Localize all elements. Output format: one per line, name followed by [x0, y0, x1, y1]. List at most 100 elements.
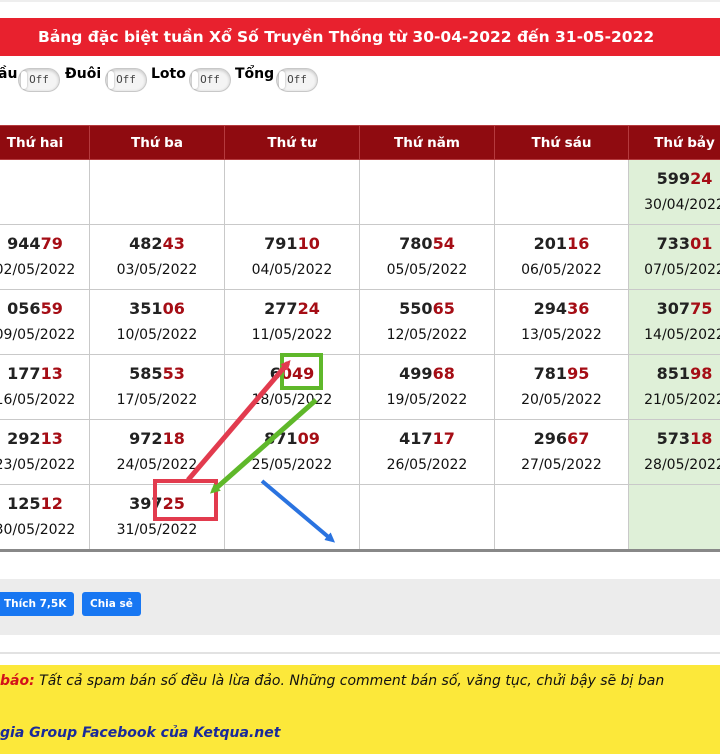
column-header: Thứ ba	[89, 125, 225, 160]
like-button[interactable]: Thích 7,5K	[0, 592, 75, 616]
result-number-tail: 18	[162, 429, 185, 448]
result-number: 12512	[0, 493, 89, 515]
result-date: 28/05/2022	[644, 457, 720, 473]
result-number-head: 550	[399, 299, 433, 318]
result-cell: 57318 28/05/2022	[628, 419, 720, 485]
result-number-tail: 17	[432, 429, 455, 448]
result-date: 12/05/2022	[386, 327, 468, 343]
result-number-head: 499	[399, 364, 433, 383]
notice-box: báo: Tất cả spam bán số đều là lừa đảo. …	[0, 665, 720, 754]
result-number-tail: 98	[690, 364, 713, 383]
result-number-head: 6	[269, 364, 281, 383]
result-date: 03/05/2022	[116, 262, 198, 278]
toggle-tong-switch[interactable]: Off	[276, 68, 318, 92]
result-number-tail: 67	[567, 429, 590, 448]
result-number-head: 201	[533, 234, 568, 253]
result-cell: 39725 31/05/2022	[89, 484, 225, 550]
result-number-head: 780	[399, 234, 433, 253]
result-number: 29436	[495, 298, 628, 320]
result-date: 27/05/2022	[521, 457, 602, 473]
result-cell	[224, 159, 360, 225]
result-number: 39725	[90, 493, 224, 515]
result-cell: 29436 13/05/2022	[494, 289, 629, 355]
result-number-head: 307	[656, 299, 691, 318]
table-row: 05659 09/05/2022 35106 10/05/2022 27724 11/05…	[0, 289, 720, 355]
result-number-tail: 43	[162, 234, 185, 253]
result-number-tail: 13	[40, 364, 63, 383]
result-number-head: 397	[129, 494, 163, 513]
result-number: 30775	[629, 298, 720, 320]
share-button[interactable]: Chia sẻ	[82, 592, 141, 616]
result-number-head: 851	[656, 364, 691, 383]
result-number: 29667	[495, 428, 628, 450]
result-number-head: 296	[533, 429, 568, 448]
result-date: 13/05/2022	[521, 327, 602, 343]
result-number-tail: 54	[432, 234, 455, 253]
result-cell: 27724 11/05/2022	[224, 289, 360, 355]
section-divider	[0, 652, 720, 654]
result-number-head: 294	[533, 299, 568, 318]
result-date: 06/05/2022	[521, 262, 602, 278]
result-cell	[0, 159, 90, 225]
result-number: 79110	[225, 233, 359, 255]
result-cell: 55065 12/05/2022	[359, 289, 495, 355]
result-cell: 59924 30/04/2022	[628, 159, 720, 225]
result-number: 59924	[629, 168, 720, 190]
result-number-tail: 06	[162, 299, 185, 318]
result-number-tail: 24	[690, 169, 713, 188]
result-number-head: 056	[7, 299, 41, 318]
result-number-head: 351	[129, 299, 163, 318]
table-row: 17713 16/05/2022 58553 17/05/2022 6049 18/05/…	[0, 354, 720, 420]
result-number-tail: 24	[297, 299, 320, 318]
result-number: 27724	[225, 298, 359, 320]
result-date: 16/05/2022	[0, 392, 76, 408]
result-number-tail: 36	[567, 299, 590, 318]
result-date: 26/05/2022	[386, 457, 468, 473]
result-number-head: 944	[7, 234, 41, 253]
result-number-tail: 25	[162, 494, 185, 513]
page-title: Bảng đặc biệt tuần Xổ Số Truyền Thống từ…	[38, 28, 655, 46]
column-header: Thứ tư	[224, 125, 360, 160]
table-bottom-rule	[0, 549, 720, 552]
table-row: 59924 30/04/2022	[0, 159, 720, 225]
result-number-head: 125	[7, 494, 41, 513]
result-number-head: 482	[129, 234, 163, 253]
result-number-tail: 53	[162, 364, 185, 383]
table-row: 29213 23/05/2022 97218 24/05/2022 87109 25/05…	[0, 419, 720, 485]
result-date: 30/04/2022	[644, 197, 720, 213]
table-row: 12512 30/05/2022 39725 31/05/2022	[0, 484, 720, 550]
toggle-label-dau: ầu	[0, 66, 18, 82]
table-row: 94479 02/05/2022 48243 03/05/2022 79110 04/05…	[0, 224, 720, 290]
toggle-loto-switch[interactable]: Off	[189, 68, 231, 92]
toggle-dau-switch[interactable]: Off	[18, 68, 60, 92]
toggle-label-loto: Loto	[151, 66, 186, 82]
column-header: Thứ năm	[359, 125, 495, 160]
result-number-head: 292	[7, 429, 41, 448]
result-number: 6049	[225, 363, 359, 385]
result-date: 09/05/2022	[0, 327, 76, 343]
result-number-head: 733	[656, 234, 691, 253]
result-date: 30/05/2022	[0, 522, 76, 538]
result-cell: 05659 09/05/2022	[0, 289, 90, 355]
notice-lead: báo:	[0, 673, 35, 689]
result-number: 29213	[0, 428, 89, 450]
result-number: 41717	[360, 428, 494, 450]
result-number-tail: 09	[297, 429, 320, 448]
result-number-tail: 049	[280, 364, 315, 383]
result-number: 20116	[495, 233, 628, 255]
facebook-group-link[interactable]: gia Group Facebook của Ketqua.net	[0, 725, 280, 741]
result-number: 78195	[495, 363, 628, 385]
result-cell: 17713 16/05/2022	[0, 354, 90, 420]
toggle-duoi-switch[interactable]: Off	[105, 68, 147, 92]
result-number-tail: 13	[40, 429, 63, 448]
result-number: 48243	[90, 233, 224, 255]
result-cell: 87109 25/05/2022	[224, 419, 360, 485]
result-cell	[494, 484, 629, 550]
result-date: 04/05/2022	[251, 262, 333, 278]
filter-toggles: ầu Off Đuôi Off Loto Off Tổng Off	[0, 62, 720, 98]
result-date: 07/05/2022	[644, 262, 720, 278]
result-number-head: 972	[129, 429, 163, 448]
top-divider	[0, 0, 720, 2]
result-cell: 29667 27/05/2022	[494, 419, 629, 485]
result-cell: 12512 30/05/2022	[0, 484, 90, 550]
